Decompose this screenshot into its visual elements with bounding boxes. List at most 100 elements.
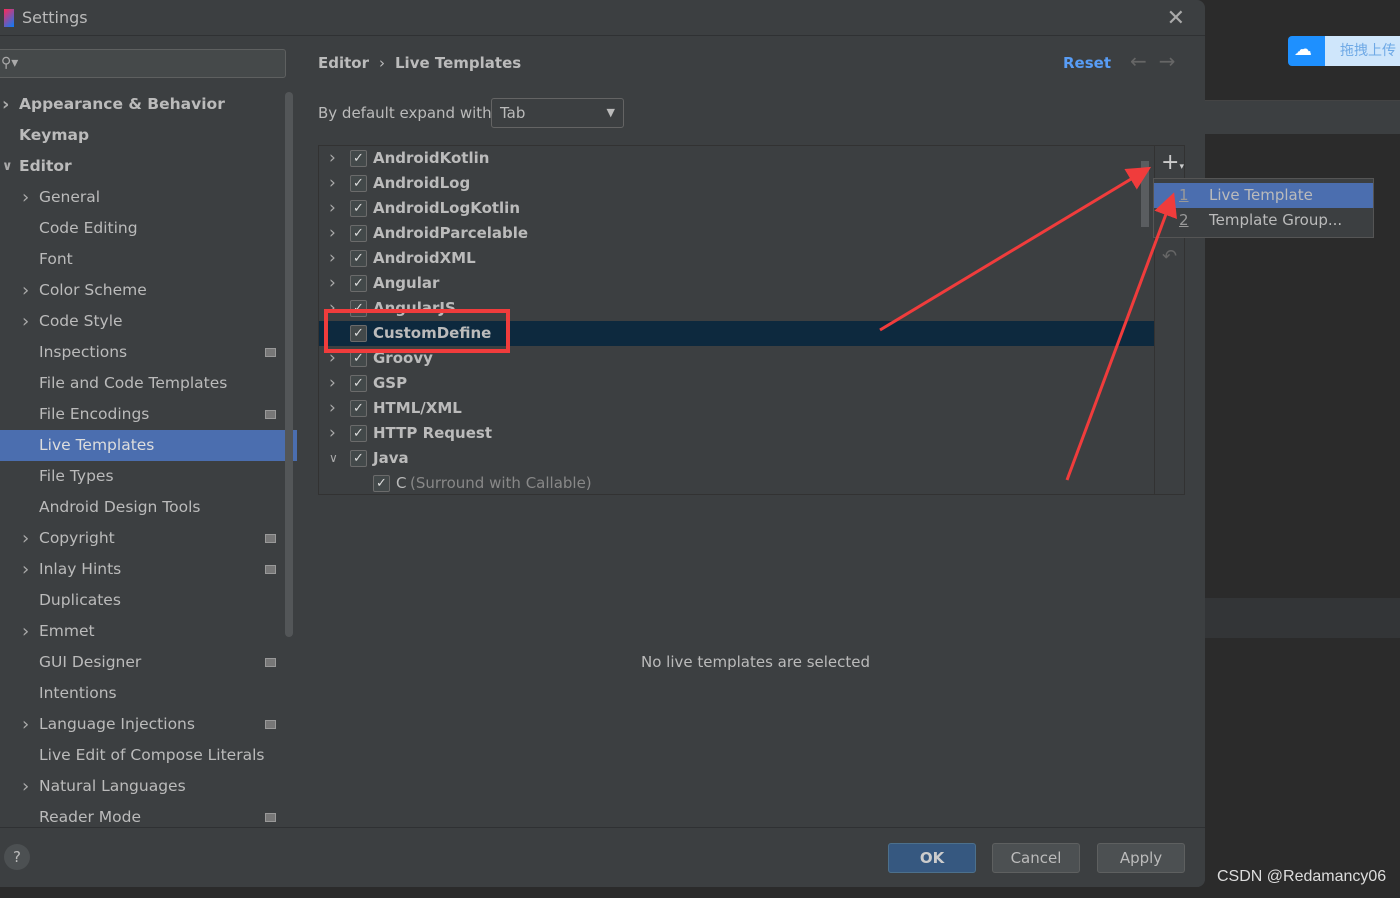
- sidebar-item[interactable]: Code Editing: [0, 213, 297, 244]
- template-row[interactable]: ∨ ✓ Java: [319, 446, 1154, 471]
- apply-button[interactable]: Apply: [1097, 843, 1185, 873]
- chevron-right-icon[interactable]: ›: [329, 421, 336, 446]
- chevron-right-icon[interactable]: ›: [329, 171, 336, 196]
- menu-item-live-template[interactable]: 1 Live Template: [1154, 183, 1373, 208]
- template-row[interactable]: ✓ CustomDefine: [319, 321, 1154, 346]
- forward-arrow-icon[interactable]: →: [1159, 49, 1188, 73]
- sidebar-item-label: Language Injections: [39, 715, 195, 733]
- template-checkbox[interactable]: ✓: [350, 250, 367, 267]
- chevron-right-icon[interactable]: ›: [329, 196, 336, 221]
- breadcrumb-editor[interactable]: Editor: [318, 54, 369, 72]
- template-row[interactable]: ✓ C (Surround with Callable): [319, 471, 1154, 494]
- template-checkbox[interactable]: ✓: [350, 150, 367, 167]
- template-checkbox[interactable]: ✓: [373, 475, 390, 492]
- sidebar-item[interactable]: › Copyright: [0, 523, 297, 554]
- back-arrow-icon[interactable]: ←: [1130, 49, 1159, 73]
- chevron-right-icon[interactable]: ›: [329, 371, 336, 396]
- template-label: AndroidLog: [373, 174, 471, 192]
- chevron-right-icon[interactable]: ›: [22, 709, 29, 740]
- template-checkbox[interactable]: ✓: [350, 350, 367, 367]
- sidebar-item[interactable]: Duplicates: [0, 585, 297, 616]
- cancel-button[interactable]: Cancel: [992, 843, 1080, 873]
- template-row[interactable]: › ✓ HTML/XML: [319, 396, 1154, 421]
- sidebar-item[interactable]: › Code Style: [0, 306, 297, 337]
- template-row[interactable]: › ✓ AndroidXML: [319, 246, 1154, 271]
- template-row[interactable]: › ✓ AngularJS: [319, 296, 1154, 321]
- tree-scrollbar[interactable]: [1141, 161, 1149, 227]
- template-checkbox[interactable]: ✓: [350, 200, 367, 217]
- sidebar-item[interactable]: › Inlay Hints: [0, 554, 297, 585]
- sidebar-item-label: General: [39, 188, 101, 206]
- close-icon[interactable]: ✕: [1167, 6, 1185, 31]
- sidebar-scrollbar[interactable]: [285, 92, 293, 637]
- settings-search-input[interactable]: ⚲▾: [0, 49, 286, 78]
- template-checkbox[interactable]: ✓: [350, 175, 367, 192]
- add-plus-icon[interactable]: +▾: [1161, 152, 1184, 178]
- chevron-right-icon[interactable]: ›: [329, 271, 336, 296]
- ok-button[interactable]: OK: [888, 843, 976, 873]
- sidebar-item[interactable]: Keymap: [0, 120, 297, 151]
- sidebar-item[interactable]: › Appearance & Behavior: [0, 89, 297, 120]
- sidebar-item[interactable]: Inspections: [0, 337, 297, 368]
- template-label: CustomDefine: [373, 324, 492, 342]
- chevron-right-icon[interactable]: ›: [329, 246, 336, 271]
- help-button[interactable]: ?: [4, 844, 30, 870]
- menu-item-template-group[interactable]: 2 Template Group...: [1154, 208, 1373, 233]
- template-row[interactable]: › ✓ AndroidParcelable: [319, 221, 1154, 246]
- chevron-down-icon[interactable]: ∨: [2, 151, 13, 182]
- chevron-down-icon[interactable]: ∨: [329, 446, 338, 471]
- chevron-right-icon[interactable]: ›: [22, 616, 29, 647]
- template-row[interactable]: › ✓ Groovy: [319, 346, 1154, 371]
- template-row[interactable]: › ✓ GSP: [319, 371, 1154, 396]
- template-checkbox[interactable]: ✓: [350, 425, 367, 442]
- chevron-right-icon[interactable]: ›: [329, 146, 336, 171]
- expand-with-select[interactable]: Tab ▼: [491, 98, 624, 128]
- sidebar-item[interactable]: › Color Scheme: [0, 275, 297, 306]
- menu-item-label: Template Group...: [1209, 211, 1343, 229]
- sidebar-item[interactable]: Intentions: [0, 678, 297, 709]
- sidebar-item[interactable]: Live Templates: [0, 430, 297, 461]
- template-label: Java: [373, 449, 409, 467]
- sidebar-item[interactable]: File and Code Templates: [0, 368, 297, 399]
- template-checkbox[interactable]: ✓: [350, 375, 367, 392]
- chevron-right-icon[interactable]: ›: [22, 554, 29, 585]
- chevron-right-icon[interactable]: ›: [329, 346, 336, 371]
- chevron-right-icon[interactable]: ›: [22, 523, 29, 554]
- template-row[interactable]: › ✓ AndroidLogKotlin: [319, 196, 1154, 221]
- template-checkbox[interactable]: ✓: [350, 325, 367, 342]
- sidebar-item-label: Inspections: [39, 343, 128, 361]
- sidebar-item[interactable]: Font: [0, 244, 297, 275]
- sidebar-item[interactable]: GUI Designer: [0, 647, 297, 678]
- chevron-right-icon[interactable]: ›: [329, 396, 336, 421]
- chevron-right-icon[interactable]: ›: [22, 275, 29, 306]
- template-checkbox[interactable]: ✓: [350, 300, 367, 317]
- sidebar-item[interactable]: ∨ Editor: [0, 151, 297, 182]
- sidebar-item[interactable]: › Language Injections: [0, 709, 297, 740]
- chevron-right-icon[interactable]: ›: [22, 771, 29, 802]
- chevron-right-icon[interactable]: ›: [2, 89, 9, 120]
- sidebar-item[interactable]: File Encodings: [0, 399, 297, 430]
- sidebar-item[interactable]: › Natural Languages: [0, 771, 297, 802]
- template-row[interactable]: › ✓ HTTP Request: [319, 421, 1154, 446]
- sidebar-item[interactable]: File Types: [0, 461, 297, 492]
- template-checkbox[interactable]: ✓: [350, 450, 367, 467]
- template-label: Groovy: [373, 349, 433, 367]
- template-row[interactable]: › ✓ AndroidLog: [319, 171, 1154, 196]
- reset-link[interactable]: Reset: [1063, 54, 1111, 72]
- sidebar-item[interactable]: › General: [0, 182, 297, 213]
- template-row[interactable]: › ✓ AndroidKotlin: [319, 146, 1154, 171]
- template-checkbox[interactable]: ✓: [350, 275, 367, 292]
- chevron-right-icon[interactable]: ›: [22, 182, 29, 213]
- chevron-right-icon[interactable]: ›: [329, 296, 336, 321]
- project-settings-icon: [265, 534, 276, 543]
- sidebar-item[interactable]: Live Edit of Compose Literals: [0, 740, 297, 771]
- baidu-upload-button[interactable]: ☁ 拖拽上传: [1288, 36, 1400, 66]
- chevron-right-icon[interactable]: ›: [329, 221, 336, 246]
- sidebar-item[interactable]: Android Design Tools: [0, 492, 297, 523]
- sidebar-item[interactable]: › Emmet: [0, 616, 297, 647]
- template-checkbox[interactable]: ✓: [350, 400, 367, 417]
- chevron-right-icon[interactable]: ›: [22, 306, 29, 337]
- restore-icon[interactable]: ↶: [1162, 246, 1177, 267]
- template-row[interactable]: › ✓ Angular: [319, 271, 1154, 296]
- template-checkbox[interactable]: ✓: [350, 225, 367, 242]
